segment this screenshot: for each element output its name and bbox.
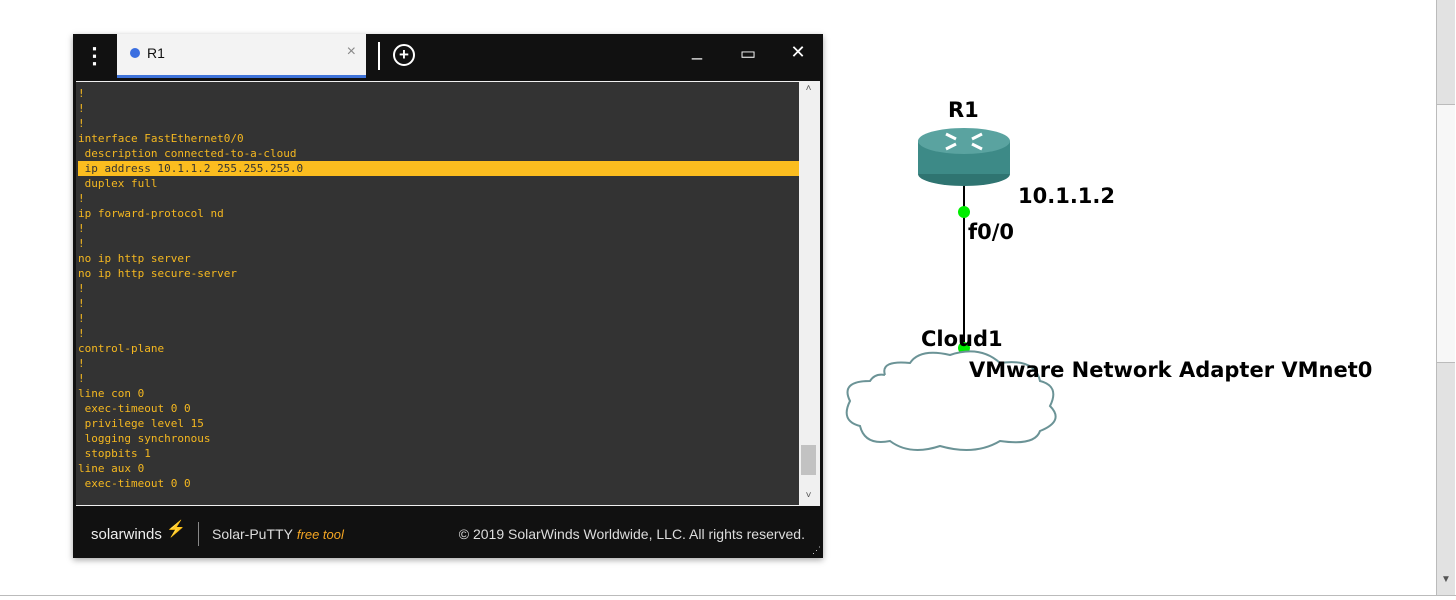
link-status-dot-router xyxy=(958,206,970,218)
menu-button[interactable]: ⋮ xyxy=(73,34,116,78)
footer-separator xyxy=(198,522,199,546)
terminal-line: exec-timeout 0 0 xyxy=(78,402,191,415)
close-tab-icon[interactable]: × xyxy=(347,43,356,61)
terminal-line: line aux 0 xyxy=(78,462,145,475)
terminal-line: duplex full xyxy=(78,177,158,190)
terminal-line: ! xyxy=(78,102,85,115)
resize-grip-icon[interactable]: ⋰ xyxy=(812,545,821,556)
solar-putty-window: ⋮ R1 × + _ ▭ ✕ !!! interface FastEthernet… xyxy=(73,34,823,558)
router-icon xyxy=(918,128,1010,186)
terminal-line: no ip http server xyxy=(78,252,191,265)
minimize-button[interactable]: _ xyxy=(682,40,712,61)
tab-label: R1 xyxy=(147,45,165,61)
terminal-line: ! xyxy=(78,282,85,295)
maximize-button[interactable]: ▭ xyxy=(733,44,763,64)
terminal-line: ! xyxy=(78,372,85,385)
footer: solarwinds ⚡ Solar-PuTTY free tool © 2019… xyxy=(73,509,823,558)
tab-r1[interactable]: R1 × xyxy=(117,34,366,78)
product-label: Solar-PuTTY xyxy=(212,526,293,542)
terminal-line: ! xyxy=(78,327,85,340)
terminal-line: ! xyxy=(78,192,85,205)
terminal-area[interactable]: !!! interface FastEthernet0/0 description… xyxy=(76,81,820,506)
title-bar: ⋮ R1 × + _ ▭ ✕ xyxy=(73,34,823,78)
add-tab-icon[interactable]: + xyxy=(393,44,415,66)
terminal-line: ! xyxy=(78,357,85,370)
terminal-line-highlighted: ip address 10.1.1.2 255.255.255.0 xyxy=(78,161,799,176)
scroll-down-arrow-icon[interactable]: ▼ xyxy=(1437,574,1455,585)
terminal-line: ! xyxy=(78,297,85,310)
copyright-text: © 2019 SolarWinds Worldwide, LLC. All ri… xyxy=(458,526,805,542)
canvas-vertical-scrollbar[interactable]: ▼ xyxy=(1436,0,1455,595)
solarwinds-logo: solarwinds xyxy=(91,526,162,543)
scroll-up-arrow-icon[interactable]: ˄ xyxy=(800,83,817,94)
scrollbar-thumb[interactable] xyxy=(1437,104,1455,363)
bottom-border xyxy=(0,595,1456,596)
terminal-line: privilege level 15 xyxy=(78,417,204,430)
vertical-dots-icon: ⋮ xyxy=(83,43,106,68)
router-label: R1 xyxy=(948,98,979,122)
router-ip-label: 10.1.1.2 xyxy=(1018,184,1115,208)
close-window-button[interactable]: ✕ xyxy=(783,42,813,63)
terminal-line: ! xyxy=(78,237,85,250)
free-tool-label: free tool xyxy=(296,527,344,542)
terminal-line: ! xyxy=(78,222,85,235)
terminal-scroll-thumb[interactable] xyxy=(801,445,816,475)
terminal-line: stopbits 1 xyxy=(78,447,151,460)
terminal-line: control-plane xyxy=(78,342,165,355)
terminal-line: logging synchronous xyxy=(78,432,211,445)
terminal-line: exec-timeout 0 0 xyxy=(78,477,191,490)
terminal-screen[interactable]: !!! interface FastEthernet0/0 description… xyxy=(76,82,799,505)
cloud-label: Cloud1 xyxy=(921,327,1003,351)
terminal-line: ! xyxy=(78,87,85,100)
scroll-down-arrow-icon[interactable]: ˅ xyxy=(800,490,817,501)
terminal-line: ! xyxy=(78,312,85,325)
terminal-line: no ip http secure-server xyxy=(78,267,237,280)
cloud-adapter-label: VMware Network Adapter VMnet0 xyxy=(969,358,1373,382)
solarwinds-flame-icon: ⚡ xyxy=(166,521,186,538)
terminal-line: line con 0 xyxy=(78,387,145,400)
terminal-scrollbar[interactable]: ˄ ˅ xyxy=(800,81,817,506)
interface-label: f0/0 xyxy=(968,220,1015,244)
terminal-line: ! xyxy=(78,117,85,130)
terminal-line: ip forward-protocol nd xyxy=(78,207,224,220)
product-name: Solar-PuTTY free tool xyxy=(212,526,344,542)
terminal-line: description connected-to-a-cloud xyxy=(78,147,297,160)
tab-status-dot-icon xyxy=(130,48,140,58)
terminal-line: interface FastEthernet0/0 xyxy=(78,132,244,145)
tab-separator xyxy=(378,42,380,70)
